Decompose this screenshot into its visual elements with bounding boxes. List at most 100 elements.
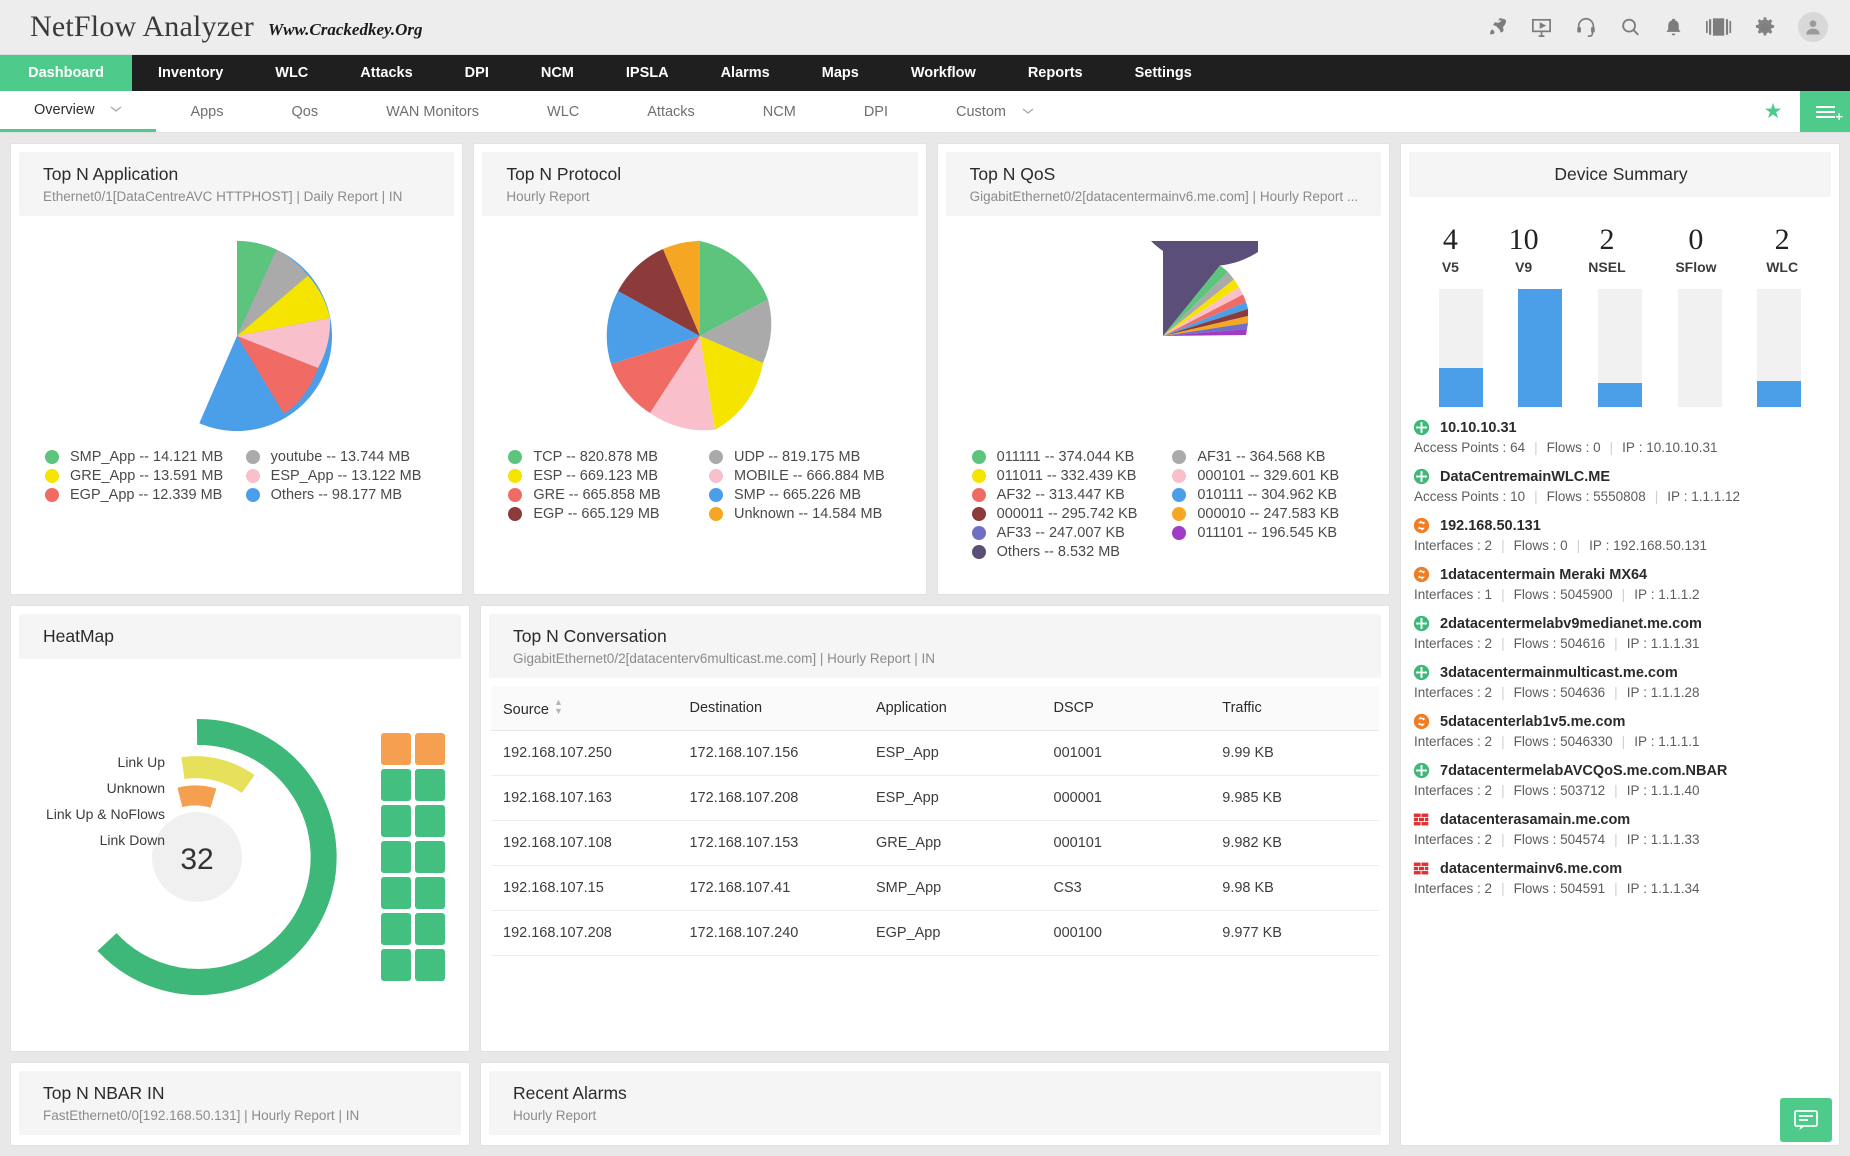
nav-wlc[interactable]: WLC: [249, 55, 334, 91]
legend-item[interactable]: 000011 -- 295.742 KB: [971, 506, 1161, 522]
pie-chart-qos[interactable]: [952, 228, 1375, 443]
bell-icon[interactable]: [1663, 17, 1684, 38]
list-item[interactable]: datacenterasamain.me.com Interfaces : 2 …: [1413, 811, 1835, 847]
heatmap-cell[interactable]: [415, 877, 445, 909]
legend-item[interactable]: UDP -- 819.175 MB: [708, 449, 898, 465]
table-row[interactable]: 192.168.107.250 172.168.107.156 ESP_App …: [491, 730, 1379, 776]
tab-apps[interactable]: Apps: [156, 91, 257, 132]
chevron-down-icon[interactable]: [110, 104, 122, 116]
nav-ncm[interactable]: NCM: [515, 55, 600, 91]
legend-item[interactable]: Others -- 98.177 MB: [245, 487, 435, 503]
layout-icon[interactable]: [1706, 16, 1732, 38]
column-header-dscp[interactable]: DSCP: [1041, 686, 1211, 731]
pie-chart-application[interactable]: [25, 228, 448, 443]
table-row[interactable]: 192.168.107.108 172.168.107.153 GRE_App …: [491, 820, 1379, 866]
nav-attacks[interactable]: Attacks: [334, 55, 438, 91]
column-header-destination[interactable]: Destination: [677, 686, 864, 731]
heatmap-cell[interactable]: [415, 805, 445, 837]
tab-ncm[interactable]: NCM: [729, 91, 830, 132]
legend-item[interactable]: 000010 -- 247.583 KB: [1172, 506, 1361, 522]
legend-item[interactable]: 010111 -- 304.962 KB: [1172, 487, 1361, 503]
pie-chart-protocol[interactable]: [488, 228, 911, 443]
legend-item[interactable]: 000101 -- 329.601 KB: [1172, 468, 1361, 484]
stat-nsel[interactable]: 2 NSEL: [1588, 223, 1625, 275]
heatmap-cell[interactable]: [381, 877, 411, 909]
table-row[interactable]: 192.168.107.208 172.168.107.240 EGP_App …: [491, 910, 1379, 956]
list-item[interactable]: datacentermainv6.me.com Interfaces : 2 |…: [1413, 860, 1835, 896]
heatmap-cell[interactable]: [415, 913, 445, 945]
tab-dpi[interactable]: DPI: [830, 91, 922, 132]
nav-settings[interactable]: Settings: [1109, 55, 1218, 91]
column-header-traffic[interactable]: Traffic: [1210, 686, 1379, 731]
heatmap-cell[interactable]: [415, 949, 445, 981]
stat-v9[interactable]: 10 V9: [1509, 223, 1539, 275]
heatmap-cell[interactable]: [381, 913, 411, 945]
tab-overview[interactable]: Overview: [0, 91, 157, 132]
heatmap-donut-wrap[interactable]: 32 Link Up Unknown Link Up & NoFlows Lin…: [21, 707, 373, 1007]
nav-dashboard[interactable]: Dashboard: [0, 55, 132, 91]
chevron-down-icon[interactable]: [1022, 106, 1034, 118]
legend-item[interactable]: AF31 -- 364.568 KB: [1172, 449, 1361, 465]
nav-ipsla[interactable]: IPSLA: [600, 55, 695, 91]
presentation-icon[interactable]: [1530, 16, 1553, 39]
legend-item[interactable]: EGP_App -- 12.339 MB: [45, 487, 234, 503]
legend-item[interactable]: SMP -- 665.226 MB: [708, 487, 898, 503]
list-item[interactable]: 1datacentermain Meraki MX64 Interfaces :…: [1413, 566, 1835, 602]
gear-icon[interactable]: [1754, 16, 1776, 38]
nav-inventory[interactable]: Inventory: [132, 55, 249, 91]
legend-item[interactable]: MOBILE -- 666.884 MB: [708, 468, 898, 484]
heatmap-cell[interactable]: [381, 769, 411, 801]
list-item[interactable]: DataCentremainWLC.ME Access Points : 10 …: [1413, 468, 1835, 504]
column-header-application[interactable]: Application: [863, 686, 1042, 731]
list-item[interactable]: 192.168.50.131 Interfaces : 2 | Flows : …: [1413, 517, 1835, 553]
nav-reports[interactable]: Reports: [1002, 55, 1109, 91]
list-item[interactable]: 5datacenterlab1v5.me.com Interfaces : 2 …: [1413, 713, 1835, 749]
list-item[interactable]: 2datacentermelabv9medianet.me.com Interf…: [1413, 615, 1835, 651]
heatmap-grid[interactable]: [381, 733, 445, 981]
list-item[interactable]: 7datacentermelabAVCQoS.me.com.NBAR Inter…: [1413, 762, 1835, 798]
table-row[interactable]: 192.168.107.163 172.168.107.208 ESP_App …: [491, 775, 1379, 821]
heatmap-cell[interactable]: [415, 769, 445, 801]
tab-wan-monitors[interactable]: WAN Monitors: [352, 91, 513, 132]
stat-v5[interactable]: 4 V5: [1442, 223, 1459, 275]
tab-wlc[interactable]: WLC: [513, 91, 613, 132]
legend-item[interactable]: GRE_App -- 13.591 MB: [45, 468, 234, 484]
stat-sflow[interactable]: 0 SFlow: [1675, 223, 1716, 275]
legend-item[interactable]: AF33 -- 247.007 KB: [971, 525, 1161, 541]
avatar[interactable]: [1798, 12, 1828, 42]
tab-qos[interactable]: Qos: [258, 91, 353, 132]
table-row[interactable]: 192.168.107.15 172.168.107.41 SMP_App CS…: [491, 865, 1379, 911]
column-header-source[interactable]: Source ▲ ▼: [491, 686, 678, 731]
legend-item[interactable]: Others -- 8.532 MB: [971, 544, 1161, 560]
heatmap-cell[interactable]: [381, 949, 411, 981]
add-widget-button[interactable]: +: [1800, 91, 1850, 132]
nav-dpi[interactable]: DPI: [439, 55, 515, 91]
nav-workflow[interactable]: Workflow: [885, 55, 1002, 91]
favorite-star-icon[interactable]: ★: [1746, 91, 1800, 132]
legend-item[interactable]: ESP -- 669.123 MB: [508, 468, 697, 484]
stat-wlc[interactable]: 2 WLC: [1766, 223, 1798, 275]
heatmap-cell[interactable]: [381, 841, 411, 873]
legend-item[interactable]: 011101 -- 196.545 KB: [1172, 525, 1361, 541]
rocket-icon[interactable]: [1486, 16, 1508, 38]
legend-item[interactable]: 011011 -- 332.439 KB: [971, 468, 1161, 484]
tab-attacks[interactable]: Attacks: [613, 91, 729, 132]
legend-item[interactable]: AF32 -- 313.447 KB: [971, 487, 1161, 503]
list-item[interactable]: 3datacentermainmulticast.me.com Interfac…: [1413, 664, 1835, 700]
nav-alarms[interactable]: Alarms: [695, 55, 796, 91]
heatmap-cell[interactable]: [381, 733, 411, 765]
legend-item[interactable]: GRE -- 665.858 MB: [508, 487, 697, 503]
search-icon[interactable]: [1619, 16, 1641, 38]
legend-item[interactable]: SMP_App -- 14.121 MB: [45, 449, 234, 465]
legend-item[interactable]: 011111 -- 374.044 KB: [971, 449, 1161, 465]
nav-maps[interactable]: Maps: [796, 55, 885, 91]
headset-icon[interactable]: [1575, 16, 1597, 38]
heatmap-cell[interactable]: [381, 805, 411, 837]
legend-item[interactable]: EGP -- 665.129 MB: [508, 506, 697, 522]
legend-item[interactable]: ESP_App -- 13.122 MB: [245, 468, 435, 484]
tab-custom[interactable]: Custom: [922, 91, 1068, 132]
legend-item[interactable]: TCP -- 820.878 MB: [508, 449, 697, 465]
heatmap-cell[interactable]: [415, 733, 445, 765]
legend-item[interactable]: youtube -- 13.744 MB: [245, 449, 435, 465]
heatmap-cell[interactable]: [415, 841, 445, 873]
